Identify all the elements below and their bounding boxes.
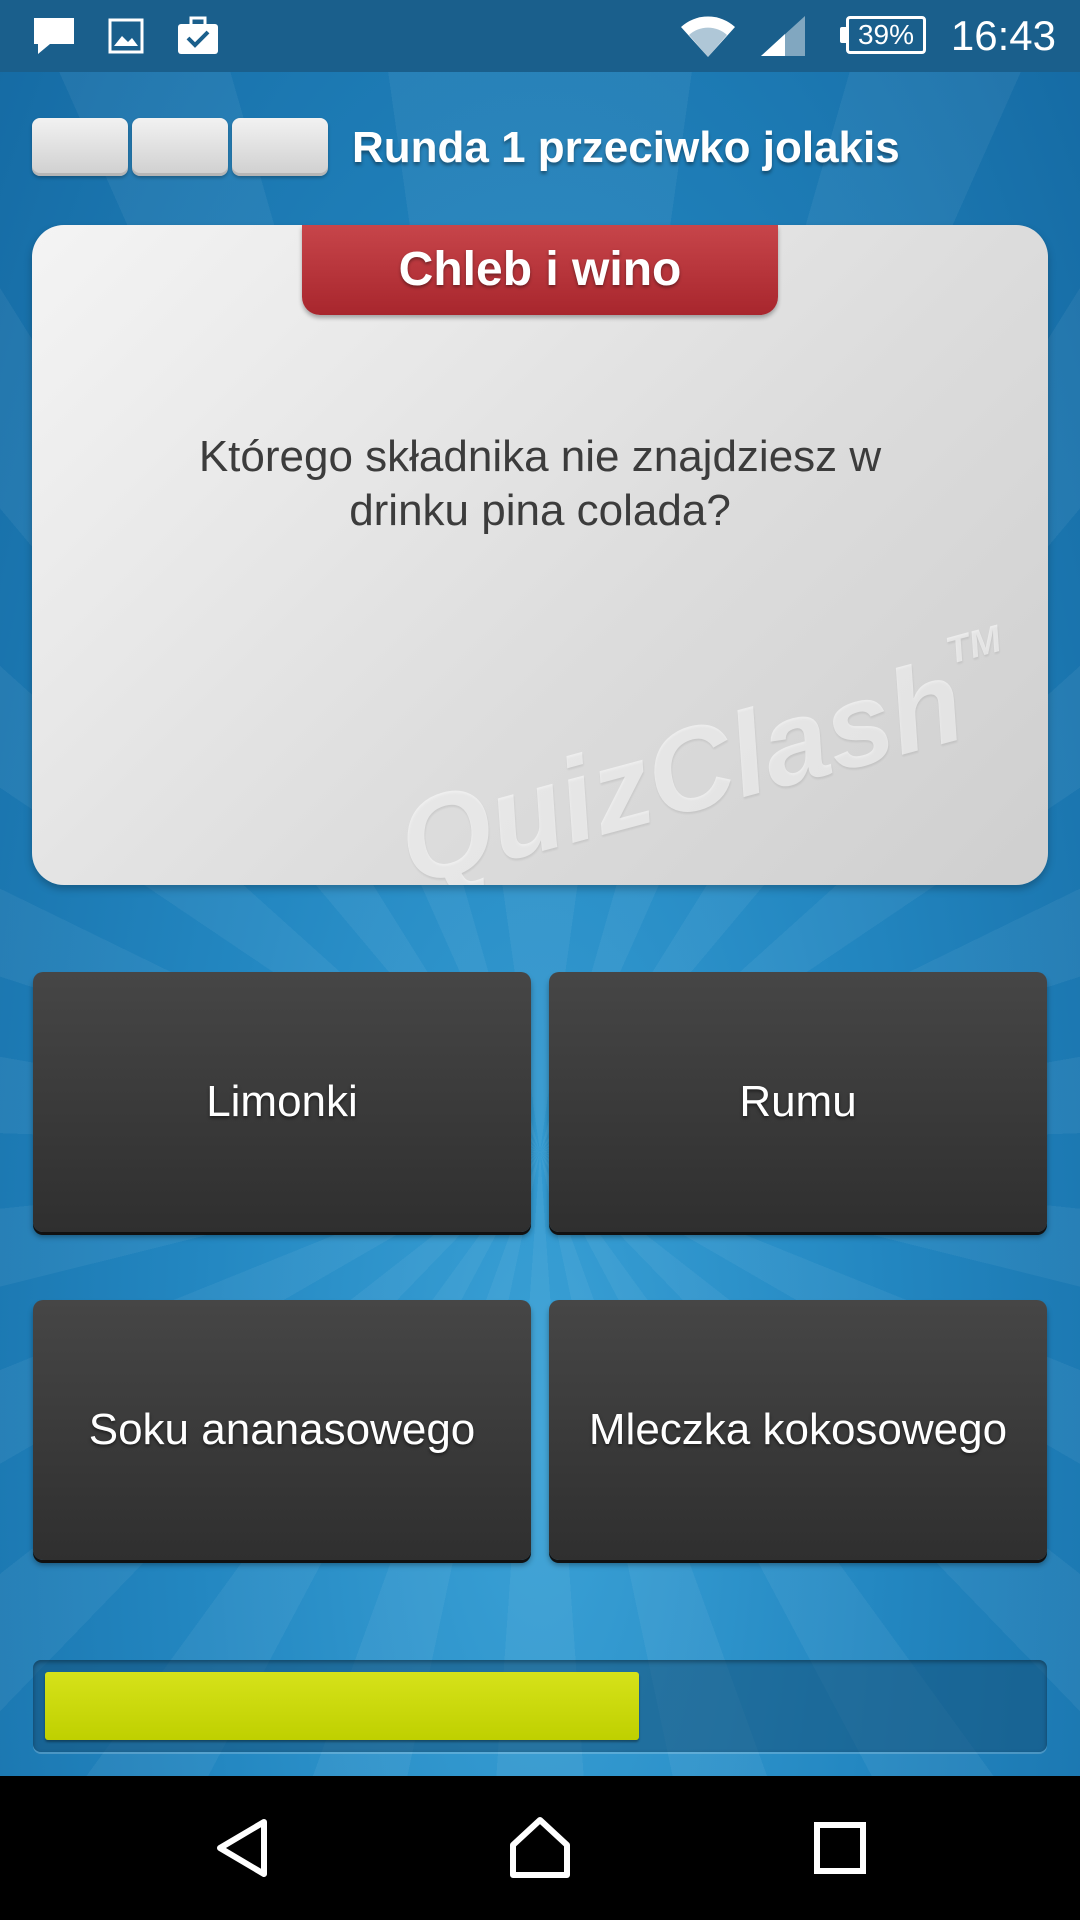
clock: 16:43 [950,12,1056,59]
message-icon [30,14,78,58]
answer-label: Limonki [206,1077,358,1126]
watermark-tm: TM [941,618,1006,673]
answer-label: Rumu [739,1077,857,1126]
battery-icon: 39% [846,16,926,54]
briefcase-check-icon [174,14,222,58]
status-bar: 39% 16:43 [0,0,1080,72]
answer-label: Mleczka kokosowego [588,1405,1008,1454]
watermark-text: QuizClash [384,634,977,885]
round-box [232,118,328,176]
answer-button-4[interactable]: Mleczka kokosowego [549,1300,1047,1560]
question-text: Którego składnika nie znajdziesz w drink… [198,432,882,535]
round-progress [32,118,328,176]
answer-button-2[interactable]: Rumu [549,972,1047,1232]
image-icon [104,14,148,58]
timer-bar [33,1660,1047,1752]
round-box [32,118,128,176]
recents-icon[interactable] [804,1812,876,1884]
signal-icon [758,14,808,58]
answer-label: Soku ananasowego [88,1405,476,1454]
answer-button-3[interactable]: Soku ananasowego [33,1300,531,1560]
round-box [132,118,228,176]
home-icon[interactable] [504,1812,576,1884]
category-label: Chleb i wino [302,225,778,315]
answer-button-1[interactable]: Limonki [33,972,531,1232]
back-icon[interactable] [206,1812,278,1884]
question-card: Chleb i wino Którego składnika nie znajd… [32,225,1048,885]
timer-fill [45,1672,639,1740]
quizclash-watermark: QuizClashTM [384,616,1048,885]
round-title: Runda 1 przeciwko jolakis [352,123,900,172]
navigation-bar [0,1776,1080,1920]
wifi-icon [678,14,738,58]
